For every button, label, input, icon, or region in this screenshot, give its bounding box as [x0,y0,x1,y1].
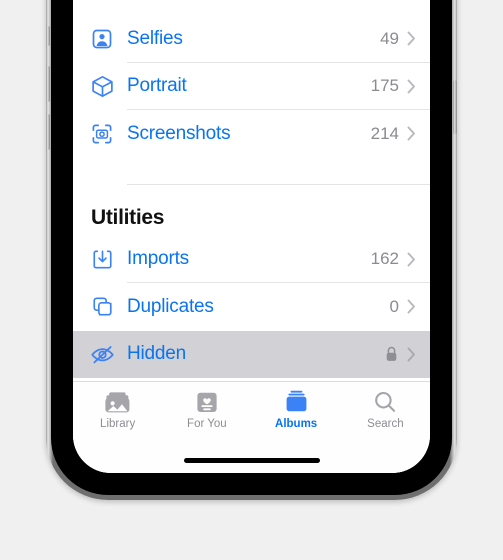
album-row-hidden[interactable]: Hidden [73,330,430,378]
tab-search[interactable]: Search [341,389,430,430]
album-row-duplicates[interactable]: Duplicates 0 [73,283,430,331]
screenshots-icon [87,119,117,149]
duplicates-icon [87,292,117,322]
albums-list[interactable]: Selfies 49 Portrait 175 Screenshots 214 … [73,0,430,381]
album-count: 0 [389,296,399,316]
album-row-portrait[interactable]: Portrait 175 [73,63,430,110]
portrait-icon [87,71,117,101]
phone-screen: Selfies 49 Portrait 175 Screenshots 214 … [73,0,430,473]
tab-label: For You [187,418,227,430]
chevron-right-icon [407,79,415,94]
chevron-right-icon [407,347,415,362]
power-button[interactable] [453,80,457,134]
search-icon [373,389,397,415]
phone-bezel: Selfies 49 Portrait 175 Screenshots 214 … [51,0,452,495]
album-label: Duplicates [127,295,214,317]
tab-bar: Library For You Albums Search [73,381,430,447]
for-you-icon [195,389,219,415]
album-label: Portrait [127,75,187,97]
silence-switch-button[interactable] [46,26,50,46]
section-title: Utilities [91,205,165,229]
tab-library[interactable]: Library [73,389,162,430]
chevron-right-icon [407,126,415,141]
tab-label: Library [100,418,136,430]
album-row-imports[interactable]: Imports 162 [73,236,430,283]
tab-label: Albums [275,418,318,430]
chevron-right-icon [407,299,415,314]
tab-label: Search [367,418,404,430]
album-label: Imports [127,248,189,270]
phone-frame: Selfies 49 Portrait 175 Screenshots 214 … [46,0,457,500]
section-header-utilities: Utilities [73,183,430,236]
volume-down-button[interactable] [46,114,50,150]
album-count: 49 [380,28,399,48]
library-icon [104,389,131,415]
tab-for-you[interactable]: For You [162,389,251,430]
album-label: Hidden [127,343,187,365]
album-row-recently-deleted[interactable]: Recently Deleted [73,378,430,381]
selfies-icon [87,24,117,54]
album-count: 214 [370,123,399,143]
section-separator [127,183,430,185]
album-count: 175 [370,76,399,96]
home-indicator-area [73,447,430,473]
album-count: 162 [370,249,399,269]
album-label: Screenshots [127,122,231,144]
album-label: Selfies [127,27,183,49]
chevron-right-icon [407,252,415,267]
hidden-icon [87,339,117,369]
tab-albums[interactable]: Albums [252,389,341,430]
chevron-right-icon [407,31,415,46]
lock-icon [385,346,398,362]
imports-icon [87,244,117,274]
home-indicator[interactable] [183,457,320,463]
photos-app-screen: Selfies 49 Portrait 175 Screenshots 214 … [73,0,430,473]
album-row-selfies[interactable]: Selfies 49 [73,15,430,63]
albums-icon [284,389,309,415]
volume-up-button[interactable] [46,66,50,102]
album-row-screenshots[interactable]: Screenshots 214 [73,110,430,158]
